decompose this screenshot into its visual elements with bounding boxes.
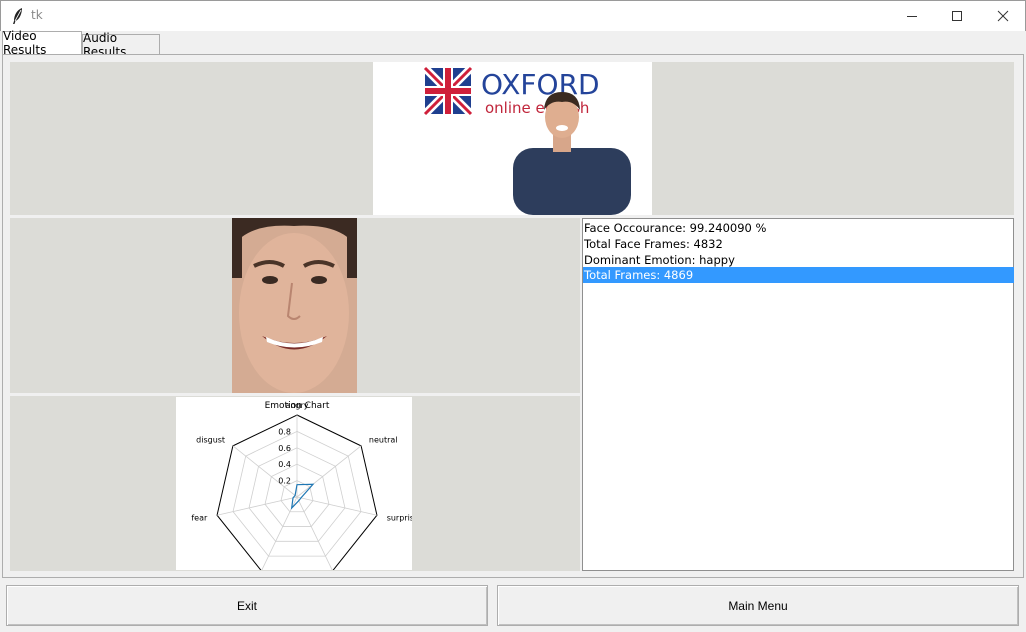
minimize-icon[interactable] bbox=[889, 1, 935, 31]
face-crop-image bbox=[232, 218, 357, 393]
video-thumbnail: OXFORD online english bbox=[373, 62, 652, 215]
category-label: neutral bbox=[369, 436, 398, 445]
emotion-chart: Emotion Chart angryneutralsurprisesadhap… bbox=[176, 397, 419, 585]
list-item[interactable]: Total Frames: 4869 bbox=[583, 267, 1014, 283]
tab-strip: Video Results Audio Results bbox=[0, 29, 1026, 59]
union-jack-icon bbox=[422, 65, 474, 117]
close-icon[interactable] bbox=[980, 1, 1026, 31]
radial-tick-label: 0.2 bbox=[278, 477, 291, 486]
category-label: surprise bbox=[387, 513, 412, 522]
feather-icon bbox=[11, 7, 25, 25]
title-bar: tk bbox=[0, 0, 1026, 31]
list-item[interactable]: Dominant Emotion: happy bbox=[583, 252, 1014, 268]
window-title: tk bbox=[31, 8, 43, 22]
radial-tick-label: 0.8 bbox=[278, 427, 291, 436]
list-item[interactable]: Face Occourance: 99.240090 % bbox=[583, 220, 1014, 236]
stats-listbox[interactable]: Face Occourance: 99.240090 % Total Face … bbox=[582, 218, 1014, 571]
tab-video-results[interactable]: Video Results bbox=[2, 29, 82, 57]
category-label: disgust bbox=[196, 436, 225, 445]
tab-audio-results[interactable]: Audio Results bbox=[82, 31, 160, 59]
radial-tick-label: 0.6 bbox=[278, 444, 291, 453]
brand-text: OXFORD bbox=[481, 68, 600, 101]
category-label: angry bbox=[285, 401, 308, 410]
exit-button[interactable]: Exit bbox=[6, 585, 488, 626]
category-label: fear bbox=[191, 513, 208, 522]
main-menu-button[interactable]: Main Menu bbox=[497, 585, 1019, 626]
list-item[interactable]: Total Face Frames: 4832 bbox=[583, 236, 1014, 252]
maximize-icon[interactable] bbox=[934, 1, 980, 31]
radar-spoke bbox=[296, 496, 333, 572]
radial-tick-label: 0.4 bbox=[278, 460, 291, 469]
